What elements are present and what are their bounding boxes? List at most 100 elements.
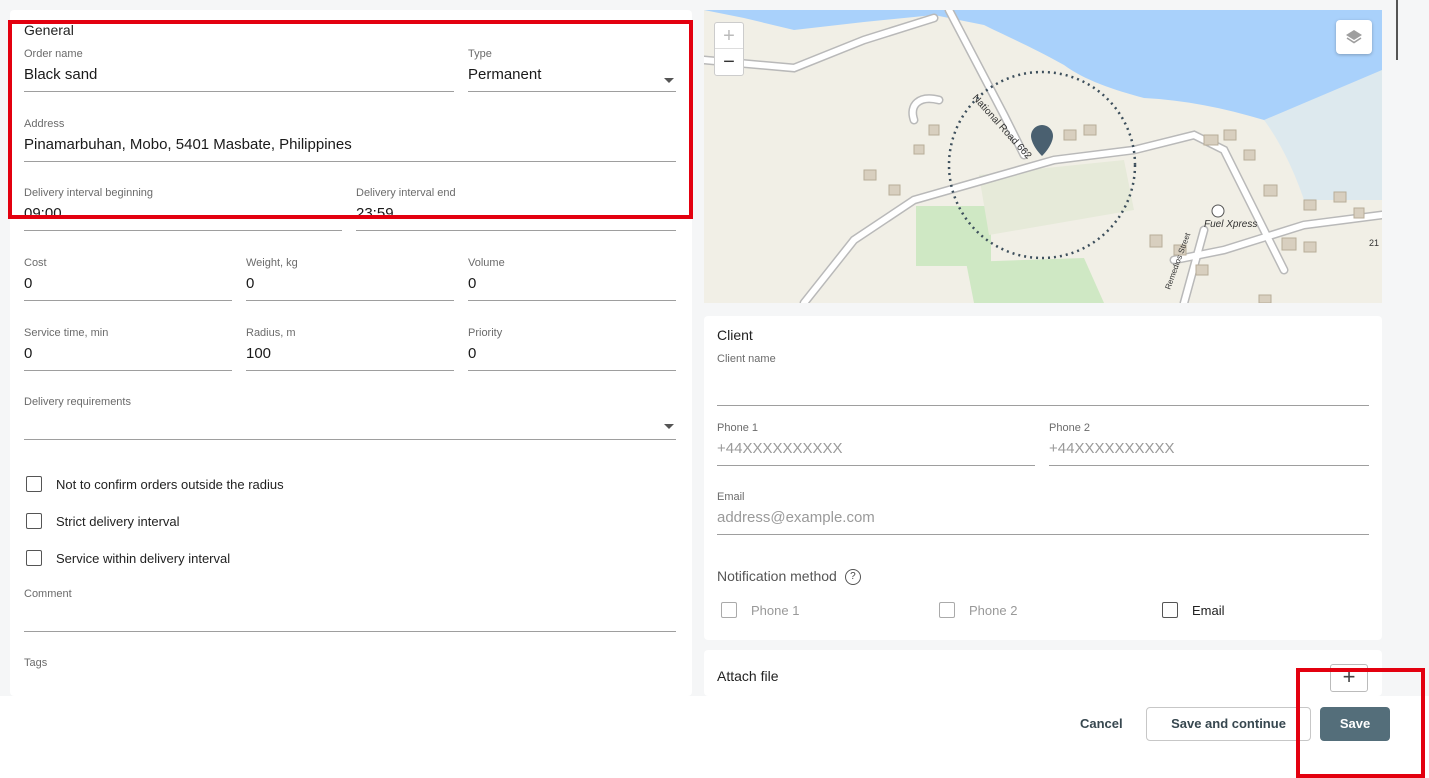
phone2-label: Phone 2	[1049, 422, 1090, 434]
volume-label: Volume	[468, 257, 505, 269]
type-select[interactable]: Type Permanent	[468, 48, 676, 92]
section-title-client: Client	[717, 327, 753, 343]
checkbox-box[interactable]	[26, 476, 42, 492]
fuel-station-icon	[1211, 204, 1225, 218]
phone2-input[interactable]: +44XXXXXXXXXX	[1049, 440, 1369, 466]
map-label-fuel: Fuel Xpress	[1204, 219, 1257, 230]
requirements-label: Delivery requirements	[24, 396, 131, 408]
phone1-field[interactable]: Phone 1 +44XXXXXXXXXX	[717, 422, 1035, 466]
checkbox-strict-interval[interactable]: Strict delivery interval	[26, 513, 180, 529]
general-card: General Order name Black sand Type Perma…	[10, 10, 692, 696]
order-name-label: Order name	[24, 48, 83, 60]
radius-field[interactable]: Radius, m 100	[246, 327, 454, 371]
priority-field[interactable]: Priority 0	[468, 327, 676, 371]
zoom-in-button[interactable]: +	[715, 23, 743, 49]
weight-label: Weight, kg	[246, 257, 298, 269]
checkbox-label: Service within delivery interval	[56, 550, 231, 566]
save-button[interactable]: Save	[1320, 707, 1390, 741]
client-name-label: Client name	[717, 353, 776, 365]
checkbox-label: Strict delivery interval	[56, 513, 180, 529]
address-input[interactable]: Pinamarbuhan, Mobo, 5401 Masbate, Philip…	[24, 136, 676, 162]
checkbox-box[interactable]	[1162, 602, 1178, 618]
notify-phone2-checkbox[interactable]: Phone 2	[939, 602, 1017, 618]
order-name-input[interactable]: Black sand	[24, 66, 454, 92]
checkbox-label: Phone 1	[751, 602, 800, 618]
requirements-value[interactable]	[24, 414, 676, 440]
service-time-field[interactable]: Service time, min 0	[24, 327, 232, 371]
phone2-field[interactable]: Phone 2 +44XXXXXXXXXX	[1049, 422, 1369, 466]
save-and-continue-button[interactable]: Save and continue	[1146, 707, 1311, 741]
help-icon[interactable]: ?	[844, 569, 861, 586]
cost-input[interactable]: 0	[24, 275, 232, 301]
notify-phone1-checkbox[interactable]: Phone 1	[721, 602, 799, 618]
notification-heading: Notification method?	[717, 568, 861, 586]
interval-begin-label: Delivery interval beginning	[24, 187, 154, 199]
checkbox-service-within-interval[interactable]: Service within delivery interval	[26, 550, 230, 566]
requirements-select[interactable]: Delivery requirements	[24, 396, 676, 440]
address-field[interactable]: Address Pinamarbuhan, Mobo, 5401 Masbate…	[24, 118, 676, 162]
radius-label: Radius, m	[246, 327, 296, 339]
tags-field[interactable]: Tags	[24, 657, 676, 669]
layers-icon	[1346, 30, 1362, 44]
layers-button[interactable]	[1336, 20, 1372, 54]
checkbox-box[interactable]	[721, 602, 737, 618]
checkbox-box[interactable]	[26, 550, 42, 566]
chevron-down-icon[interactable]	[664, 424, 674, 429]
checkbox-box[interactable]	[939, 602, 955, 618]
map-canvas[interactable]: National Road 662 Fuel Xpress Remedios S…	[704, 10, 1382, 303]
notify-email-checkbox[interactable]: Email	[1162, 602, 1225, 618]
map-label-number: 21	[1369, 238, 1379, 248]
cancel-button[interactable]: Cancel	[1070, 708, 1133, 740]
phone1-input[interactable]: +44XXXXXXXXXX	[717, 440, 1035, 466]
weight-field[interactable]: Weight, kg 0	[246, 257, 454, 301]
attach-file-title: Attach file	[717, 668, 779, 684]
section-title-general: General	[24, 22, 74, 38]
interval-begin-field[interactable]: Delivery interval beginning 09:00	[24, 187, 342, 231]
tags-label: Tags	[24, 657, 48, 669]
checkbox-label: Email	[1192, 602, 1225, 618]
phone1-label: Phone 1	[717, 422, 758, 434]
comment-input[interactable]	[24, 606, 676, 632]
checkbox-box[interactable]	[26, 513, 42, 529]
attach-file-card: Attach file +	[704, 650, 1382, 696]
email-input[interactable]: address@example.com	[717, 509, 1369, 535]
client-name-field[interactable]: Client name	[717, 353, 1369, 406]
add-file-button[interactable]: +	[1330, 664, 1368, 692]
zoom-control: + −	[714, 22, 744, 76]
cost-label: Cost	[24, 257, 47, 269]
interval-end-input[interactable]: 23:59	[356, 205, 676, 231]
interval-end-field[interactable]: Delivery interval end 23:59	[356, 187, 676, 231]
service-time-input[interactable]: 0	[24, 345, 232, 371]
zoom-out-button[interactable]: −	[715, 49, 743, 75]
comment-field[interactable]: Comment	[24, 588, 676, 632]
scrollbar-divider	[1396, 0, 1398, 60]
type-label: Type	[468, 48, 492, 60]
checkbox-label: Phone 2	[969, 602, 1018, 618]
radius-input[interactable]: 100	[246, 345, 454, 371]
type-value[interactable]: Permanent	[468, 66, 676, 92]
order-form-page: General Order name Black sand Type Perma…	[0, 0, 1429, 778]
email-field[interactable]: Email address@example.com	[717, 491, 1369, 535]
park-area	[916, 206, 991, 266]
park-area	[966, 258, 1104, 303]
priority-input[interactable]: 0	[468, 345, 676, 371]
address-label: Address	[24, 118, 65, 130]
checkbox-label: Not to confirm orders outside the radius	[56, 476, 284, 492]
interval-begin-input[interactable]: 09:00	[24, 205, 342, 231]
client-name-input[interactable]	[717, 371, 1369, 406]
weight-input[interactable]: 0	[246, 275, 454, 301]
order-name-field[interactable]: Order name Black sand	[24, 48, 454, 92]
notification-title: Notification method	[717, 568, 837, 584]
priority-label: Priority	[468, 327, 503, 339]
volume-input[interactable]: 0	[468, 275, 676, 301]
chevron-down-icon[interactable]	[664, 78, 674, 83]
checkbox-outside-radius[interactable]: Not to confirm orders outside the radius	[26, 476, 284, 492]
interval-end-label: Delivery interval end	[356, 187, 456, 199]
cost-field[interactable]: Cost 0	[24, 257, 232, 301]
email-label: Email	[717, 491, 745, 503]
client-card: Client Client name Phone 1 +44XXXXXXXXXX…	[704, 316, 1382, 640]
map-view[interactable]: National Road 662 Fuel Xpress Remedios S…	[704, 10, 1382, 303]
comment-label: Comment	[24, 588, 72, 600]
volume-field[interactable]: Volume 0	[468, 257, 676, 301]
service-time-label: Service time, min	[24, 327, 109, 339]
